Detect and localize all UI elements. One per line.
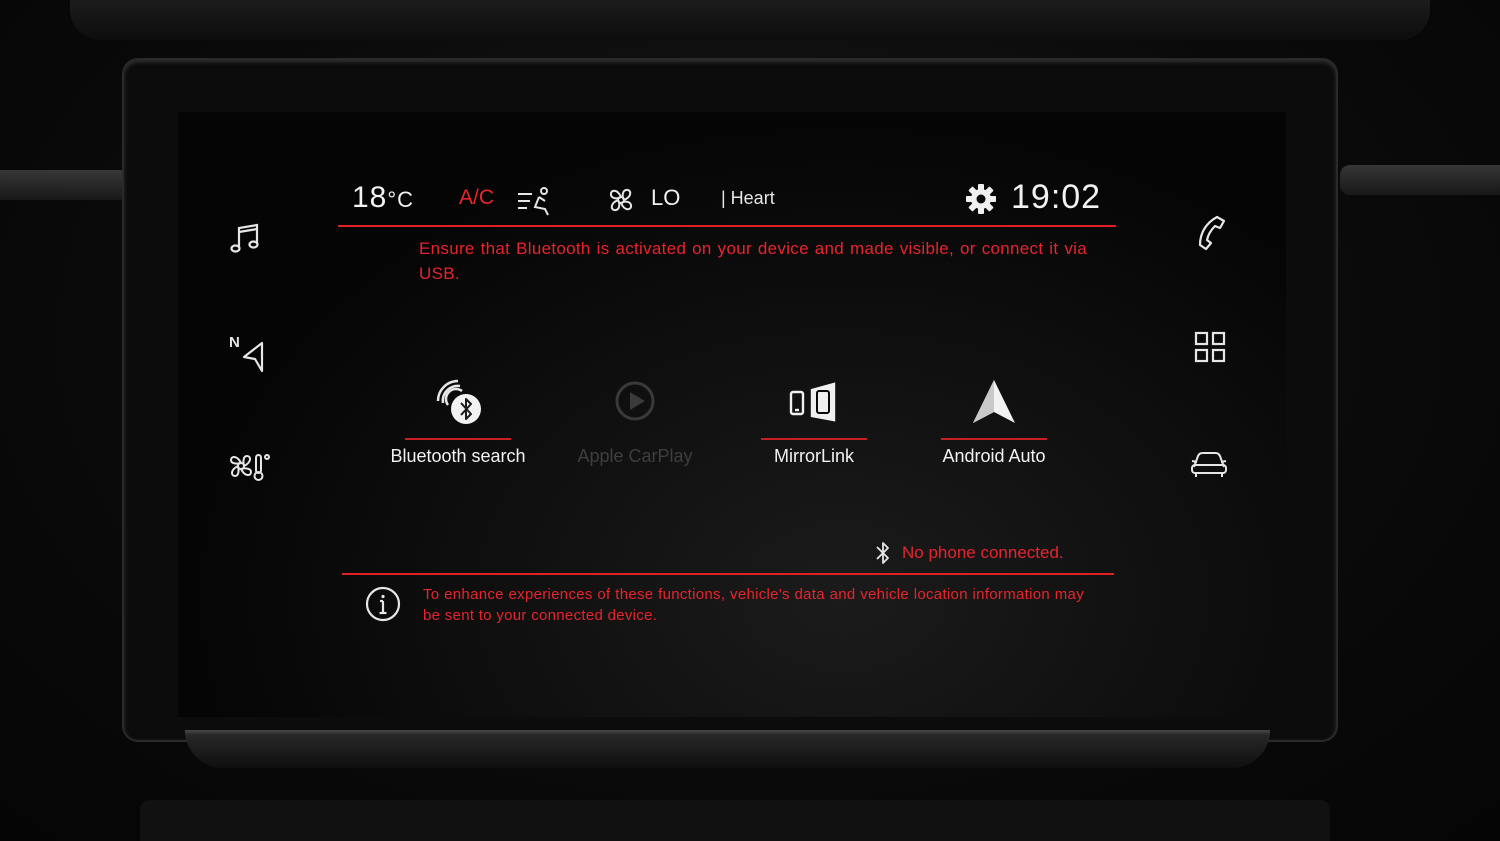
radio-station[interactable]: | Heart (721, 188, 775, 209)
dashboard-base (140, 800, 1330, 841)
bluetooth-instruction: Ensure that Bluetooth is activated on yo… (419, 239, 1087, 283)
tile-label: Bluetooth search (390, 446, 526, 466)
android-auto-tile[interactable]: Android Auto (924, 370, 1064, 467)
apple-carplay-tile: Apple CarPlay (565, 370, 705, 467)
fan-icon[interactable] (604, 184, 638, 216)
bluetooth-icon (876, 542, 889, 564)
tile-underline (582, 438, 688, 440)
ac-indicator[interactable]: A/C (459, 186, 494, 210)
bezel-bottom-slot (185, 730, 1270, 768)
climate-icon[interactable] (222, 445, 274, 487)
info-message: To enhance experiences of these function… (423, 586, 1084, 624)
tile-underline (405, 438, 511, 440)
dashboard-right-trim (1340, 165, 1500, 195)
navigation-icon[interactable]: N (222, 330, 272, 376)
tile-underline (941, 438, 1047, 440)
music-note-icon[interactable] (222, 215, 268, 261)
info-icon[interactable] (364, 585, 402, 623)
bluetooth-search-tile[interactable]: Bluetooth search (388, 370, 528, 467)
carplay-icon (565, 370, 705, 432)
temperature-readout[interactable]: 18°C (352, 181, 414, 215)
connection-status-text: No phone connected. (902, 543, 1064, 562)
tile-underline (761, 438, 867, 440)
gear-icon[interactable] (962, 181, 1000, 217)
phone-icon[interactable] (1188, 208, 1234, 254)
tile-label: Apple CarPlay (577, 446, 693, 466)
air-distribution-icon[interactable] (514, 184, 554, 218)
tile-label: Android Auto (942, 446, 1046, 466)
dashboard-left-trim (0, 170, 135, 200)
car-icon[interactable] (1186, 443, 1232, 483)
dashboard-top-trim (70, 0, 1430, 40)
fan-speed-level: LO (651, 185, 681, 210)
tile-label: MirrorLink (773, 446, 854, 466)
apps-grid-icon[interactable] (1188, 325, 1232, 369)
mirrorlink-tile[interactable]: MirrorLink (744, 370, 884, 467)
footer-divider (342, 573, 1114, 575)
temperature-value: 18 (352, 181, 388, 214)
connection-status: No phone connected. (872, 540, 1064, 566)
nav-n-label: N (229, 334, 240, 351)
mirrorlink-icon (744, 370, 884, 432)
header-divider (338, 225, 1116, 227)
android-auto-icon (924, 370, 1064, 432)
bluetooth-search-icon (388, 370, 528, 432)
temperature-unit: °C (387, 187, 415, 212)
clock: 19:02 (1011, 178, 1102, 216)
